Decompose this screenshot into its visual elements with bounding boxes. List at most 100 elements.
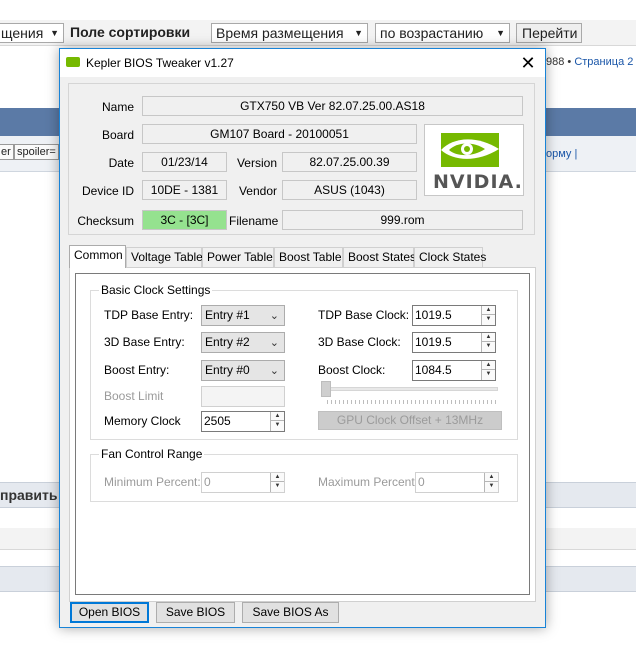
stepper-down-icon: ▼ bbox=[488, 483, 495, 489]
device-id-field: 10DE - 1381 bbox=[142, 180, 227, 200]
maximum-percent-stepper: 0 ▲ ▼ bbox=[415, 472, 499, 493]
pagination-count: 988 • bbox=[546, 56, 572, 68]
tdp-base-entry-label: TDP Base Entry: bbox=[104, 308, 194, 322]
memory-clock-label: Memory Clock bbox=[104, 414, 181, 428]
board-field: GM107 Board - 20100051 bbox=[142, 124, 417, 144]
vendor-field: ASUS (1043) bbox=[282, 180, 417, 200]
title-bar[interactable]: Kepler BIOS Tweaker v1.27 ✕ bbox=[60, 49, 545, 77]
fan-control-range-title: Fan Control Range bbox=[99, 447, 205, 461]
stepper-buttons[interactable]: ▲ ▼ bbox=[481, 361, 495, 380]
save-bios-button[interactable]: Save BIOS bbox=[156, 602, 235, 623]
3d-base-clock-label: 3D Base Clock: bbox=[318, 335, 401, 349]
chevron-down-icon: ⌄ bbox=[269, 365, 279, 377]
fan-control-range-group: Fan Control Range Minimum Percent: 0 ▲ ▼ M… bbox=[90, 447, 518, 502]
stepper-buttons[interactable]: ▲ ▼ bbox=[481, 306, 495, 325]
filename-label: Filename bbox=[229, 214, 279, 228]
sort-order-select[interactable]: по возрастанию ▼ bbox=[375, 23, 510, 43]
boost-limit-label: Boost Limit bbox=[104, 389, 164, 403]
edit-label: править bbox=[0, 487, 58, 503]
save-bios-as-button[interactable]: Save BIOS As bbox=[242, 602, 339, 623]
tdp-base-entry-select[interactable]: Entry #1 ⌄ bbox=[201, 305, 285, 326]
boost-entry-value: Entry #0 bbox=[205, 363, 250, 377]
tdp-base-clock-stepper[interactable]: 1019.5 ▲ ▼ bbox=[412, 305, 496, 326]
sort-field-select-value: Время размещения bbox=[216, 25, 344, 41]
stepper-buttons[interactable]: ▲ ▼ bbox=[270, 412, 284, 431]
chevron-down-icon: ⌄ bbox=[269, 337, 279, 349]
boost-clock-label: Boost Clock: bbox=[318, 363, 386, 377]
pagination: 988 • Страница 2 bbox=[546, 56, 633, 68]
boost-clock-stepper[interactable]: 1084.5 ▲ ▼ bbox=[412, 360, 496, 381]
device-id-label: Device ID bbox=[81, 184, 134, 198]
tab-power-table[interactable]: Power Table bbox=[202, 247, 274, 267]
stepper-buttons[interactable]: ▲ ▼ bbox=[481, 333, 495, 352]
stepper-up-icon: ▲ bbox=[485, 473, 498, 482]
pagination-page-link[interactable]: Страница bbox=[574, 56, 624, 68]
go-button[interactable]: Перейти bbox=[516, 23, 582, 43]
pagination-page-number[interactable]: 2 bbox=[627, 56, 633, 68]
sort-field-select[interactable]: Время размещения ▼ bbox=[211, 23, 368, 43]
maximum-percent-label: Maximum Percent: bbox=[318, 475, 419, 489]
memory-clock-value: 2505 bbox=[204, 414, 231, 428]
stepper-down-icon[interactable]: ▼ bbox=[482, 342, 495, 351]
sort-field-label: Поле сортировки bbox=[70, 24, 191, 40]
tab-boost-table[interactable]: Boost Table bbox=[274, 247, 343, 267]
stepper-down-icon[interactable]: ▼ bbox=[482, 315, 495, 324]
sort-order-select-value: по возрастанию bbox=[380, 25, 484, 41]
tab-clock-states[interactable]: Clock States bbox=[414, 247, 486, 267]
3d-base-entry-label: 3D Base Entry: bbox=[104, 335, 185, 349]
stepper-down-icon[interactable]: ▼ bbox=[482, 370, 495, 379]
checksum-field: 3C - [3C] bbox=[142, 210, 227, 230]
nvidia-eye-icon bbox=[441, 133, 499, 167]
stepper-up-icon[interactable]: ▲ bbox=[482, 306, 495, 315]
bios-tweaker-window: Kepler BIOS Tweaker v1.27 ✕ Name GTX750 … bbox=[59, 48, 546, 628]
boost-clock-value: 1084.5 bbox=[415, 363, 452, 377]
stepper-buttons: ▲ ▼ bbox=[484, 473, 498, 492]
common-settings-area: Basic Clock Settings TDP Base Entry: Ent… bbox=[75, 273, 530, 595]
spoiler-chip[interactable]: spoiler= bbox=[14, 144, 59, 160]
filename-field: 999.rom bbox=[282, 210, 523, 230]
3d-base-clock-stepper[interactable]: 1019.5 ▲ ▼ bbox=[412, 332, 496, 353]
boost-entry-select[interactable]: Entry #0 ⌄ bbox=[201, 360, 285, 381]
3d-base-entry-select[interactable]: Entry #2 ⌄ bbox=[201, 332, 285, 353]
basic-clock-settings-title: Basic Clock Settings bbox=[99, 283, 213, 297]
close-icon[interactable]: ✕ bbox=[515, 51, 541, 75]
nvidia-app-icon bbox=[66, 57, 80, 67]
maximum-percent-value: 0 bbox=[418, 475, 425, 489]
checksum-label: Checksum bbox=[77, 214, 134, 228]
stepper-up-icon[interactable]: ▲ bbox=[271, 412, 284, 421]
chevron-down-icon: ⌄ bbox=[269, 310, 279, 322]
basic-clock-settings-group: Basic Clock Settings TDP Base Entry: Ent… bbox=[90, 283, 518, 440]
name-label: Name bbox=[101, 100, 134, 114]
tab-boost-states[interactable]: Boost States bbox=[343, 247, 416, 267]
nvidia-wordmark: NVIDIA. bbox=[433, 171, 523, 193]
stepper-up-icon[interactable]: ▲ bbox=[482, 333, 495, 342]
minimum-percent-label: Minimum Percent: bbox=[104, 475, 201, 489]
gpu-clock-offset-button: GPU Clock Offset + 13MHz bbox=[318, 411, 502, 430]
stepper-up-icon: ▲ bbox=[271, 473, 284, 482]
forum-filter-select-value: щения bbox=[1, 25, 44, 41]
stepper-down-icon[interactable]: ▼ bbox=[271, 421, 284, 430]
stepper-up-icon[interactable]: ▲ bbox=[482, 361, 495, 370]
tab-voltage-table[interactable]: Voltage Table bbox=[126, 247, 203, 267]
minimum-percent-value: 0 bbox=[204, 475, 211, 489]
memory-clock-stepper[interactable]: 2505 ▲ ▼ bbox=[201, 411, 285, 432]
open-bios-button[interactable]: Open BIOS bbox=[70, 602, 149, 623]
vendor-label: Vendor bbox=[238, 184, 277, 198]
tdp-base-clock-value: 1019.5 bbox=[415, 308, 452, 322]
3d-base-entry-value: Entry #2 bbox=[205, 335, 250, 349]
window-title: Kepler BIOS Tweaker v1.27 bbox=[86, 56, 234, 70]
forum-sort-bar: щения ▼ Поле сортировки Время размещения ▼… bbox=[0, 20, 636, 46]
clock-offset-slider-ticks bbox=[327, 400, 497, 404]
tdp-base-clock-label: TDP Base Clock: bbox=[318, 308, 410, 322]
bbcode-chip[interactable]: er bbox=[0, 144, 14, 160]
date-label: Date bbox=[108, 156, 134, 170]
tab-common[interactable]: Common bbox=[69, 245, 126, 268]
version-field: 82.07.25.00.39 bbox=[282, 152, 417, 172]
forum-filter-select[interactable]: щения ▼ bbox=[0, 23, 64, 43]
board-label: Board bbox=[101, 128, 134, 142]
nvidia-logo: NVIDIA. bbox=[424, 124, 524, 196]
bios-info-panel: Name GTX750 VB Ver 82.07.25.00.AS18 Boar… bbox=[68, 83, 535, 235]
form-link[interactable]: орму | bbox=[546, 148, 577, 160]
3d-base-clock-value: 1019.5 bbox=[415, 335, 452, 349]
name-field: GTX750 VB Ver 82.07.25.00.AS18 bbox=[142, 96, 523, 116]
